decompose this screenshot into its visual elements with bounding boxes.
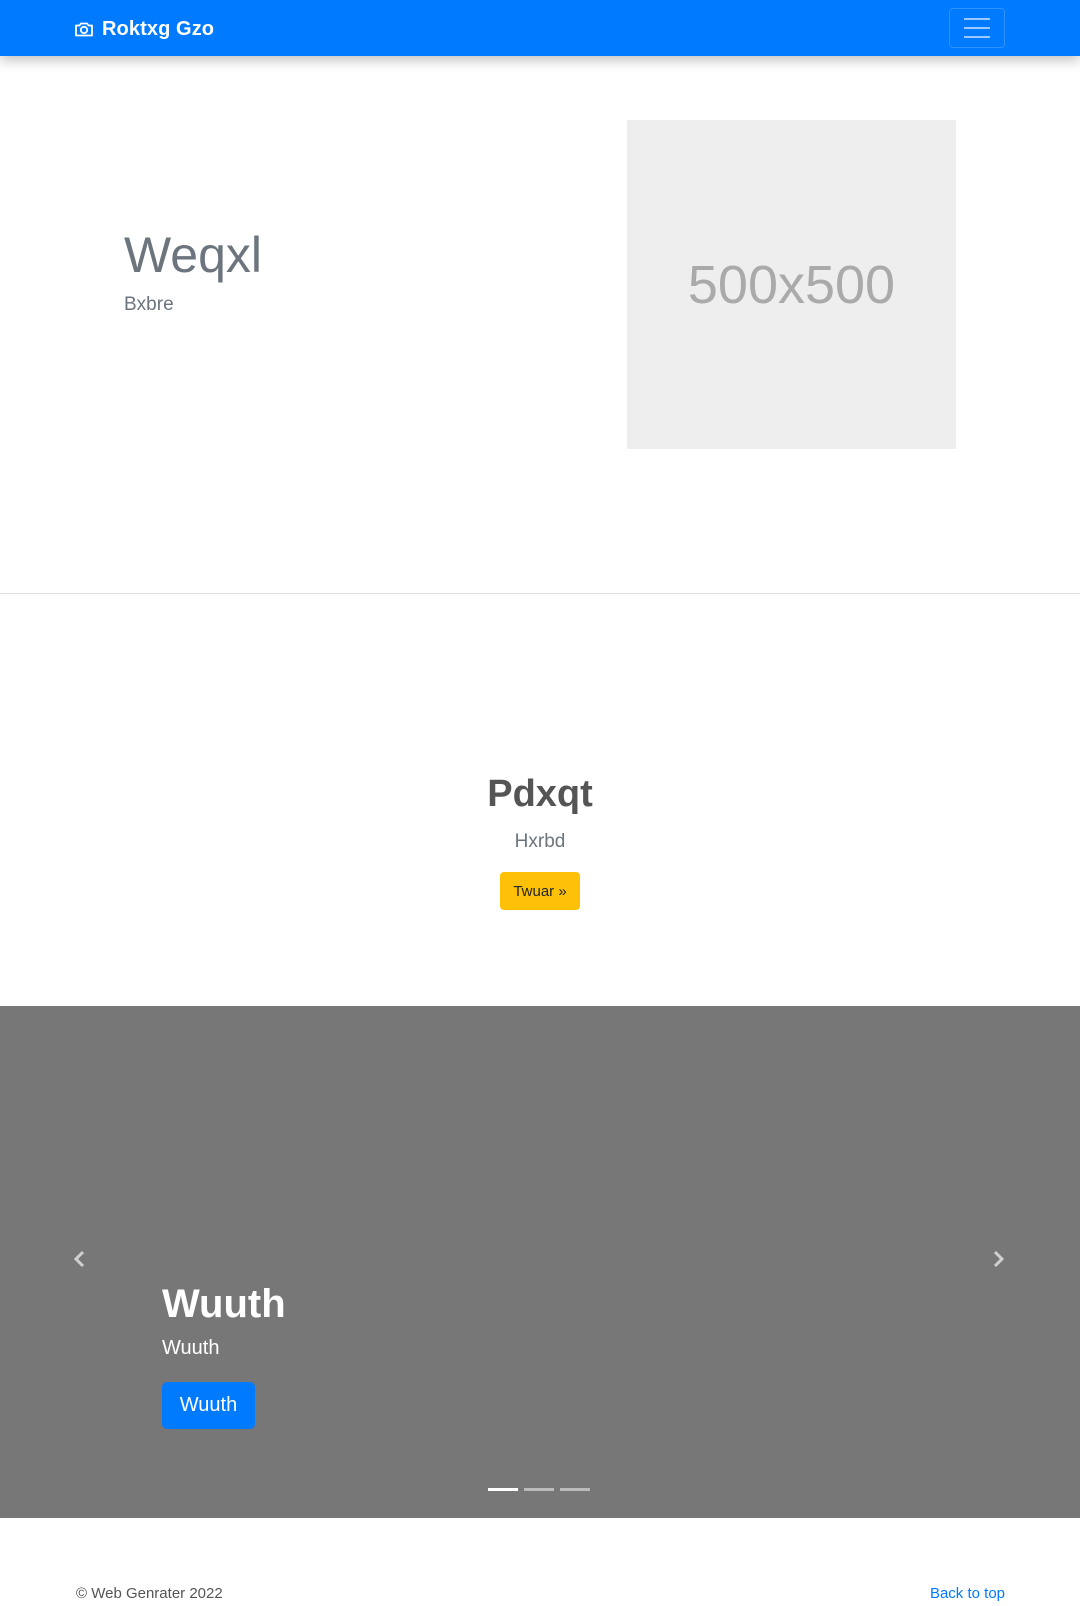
chevron-left-icon: [73, 1250, 85, 1268]
back-to-top-link[interactable]: Back to top: [930, 1585, 1005, 1602]
camera-icon: [74, 19, 94, 39]
carousel-indicators: [488, 1488, 590, 1491]
footer-copyright: © Web Genrater 2022: [76, 1585, 223, 1602]
cta-title: Pdxqt: [487, 773, 593, 815]
carousel-slide-title: Wuuth: [162, 1282, 286, 1326]
brand-link[interactable]: Roktxg Gzo: [74, 15, 214, 43]
cta-subtitle: Hxrbd: [514, 831, 566, 852]
carousel-indicator-2[interactable]: [524, 1488, 554, 1491]
navbar-toggler-button[interactable]: [949, 8, 1005, 48]
carousel-slide-subtitle: Wuuth: [162, 1337, 220, 1359]
carousel-next-button[interactable]: [988, 1249, 1008, 1269]
hero-title: Weqxl: [124, 227, 263, 283]
section-divider: [0, 593, 1080, 594]
carousel: Wuuth Wuuth Wuuth: [0, 1006, 1080, 1518]
carousel-slide-button[interactable]: Wuuth: [162, 1382, 255, 1429]
brand-name: Roktxg Gzo: [102, 17, 215, 40]
placeholder-label: 500x500: [687, 254, 896, 315]
carousel-prev-button[interactable]: [70, 1249, 90, 1269]
hamburger-menu-icon: [964, 18, 990, 20]
carousel-indicator-1[interactable]: [488, 1488, 518, 1491]
navbar: Roktxg Gzo: [0, 0, 1080, 56]
hero-image-placeholder: 500x500: [627, 120, 956, 449]
carousel-indicator-3[interactable]: [560, 1488, 590, 1491]
hero-subtitle: Bxbre: [124, 294, 174, 315]
cta-button[interactable]: Twuar »: [500, 872, 580, 910]
chevron-right-icon: [993, 1250, 1005, 1268]
